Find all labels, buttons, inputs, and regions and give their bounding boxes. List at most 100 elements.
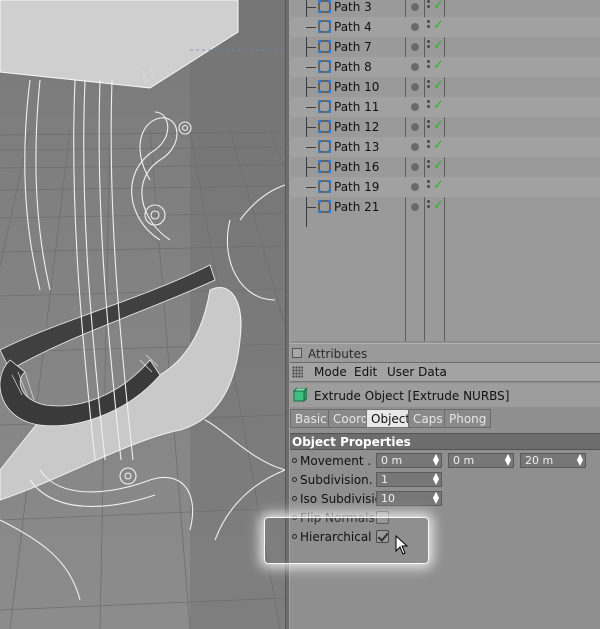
layer-dot-icon[interactable] — [411, 203, 419, 211]
animation-bullet-icon[interactable] — [292, 534, 297, 539]
menu-edit[interactable]: Edit — [354, 365, 377, 379]
object-row[interactable]: Path 21 ✓ — [290, 197, 600, 217]
spin-arrows-icon[interactable]: ▲ ▼ — [433, 491, 439, 505]
layer-dot-icon[interactable] — [411, 103, 419, 111]
animation-bullet-icon[interactable] — [292, 515, 297, 520]
tab-caps[interactable]: Caps — [408, 409, 448, 428]
extrude-nurbs-icon — [293, 388, 307, 402]
enabled-check-icon[interactable]: ✓ — [433, 118, 444, 133]
object-label[interactable]: Path 3 — [334, 0, 372, 14]
object-row[interactable]: Path 16 ✓ — [290, 157, 600, 177]
visibility-dots-icon[interactable] — [427, 180, 431, 194]
object-row[interactable]: Path 13 ✓ — [290, 137, 600, 157]
spin-arrows-icon[interactable]: ▲ ▼ — [505, 453, 511, 467]
visibility-dots-icon[interactable] — [427, 100, 431, 114]
spline-icon — [318, 0, 331, 13]
enabled-check-icon[interactable]: ✓ — [433, 18, 444, 33]
animation-bullet-icon[interactable] — [292, 458, 297, 463]
visibility-dots-icon[interactable] — [427, 140, 431, 154]
movement-z-field[interactable]: 20 m ▲ ▼ — [520, 453, 586, 468]
hierarchical-checkbox[interactable] — [376, 530, 389, 543]
animation-bullet-icon[interactable] — [292, 477, 297, 482]
object-row[interactable]: Path 19 ✓ — [290, 177, 600, 197]
animation-bullet-icon[interactable] — [292, 496, 297, 501]
tab-basic[interactable]: Basic — [290, 409, 332, 428]
enabled-check-icon[interactable]: ✓ — [433, 38, 444, 53]
tree-branch — [306, 147, 316, 148]
enabled-check-icon[interactable]: ✓ — [433, 78, 444, 93]
object-label[interactable]: Path 11 — [334, 100, 379, 114]
movement-y-field[interactable]: 0 m ▲ ▼ — [448, 453, 514, 468]
object-row[interactable]: Path 8 ✓ — [290, 57, 600, 77]
visibility-dots-icon[interactable] — [427, 120, 431, 134]
layer-dot-icon[interactable] — [411, 63, 419, 71]
object-name: Extrude Object [Extrude NURBS] — [314, 389, 510, 403]
object-manager[interactable]: Path 3 ✓ Path 4 ✓ Path 7 ✓ Path 8 ✓ Path 10 ✓ Path… — [290, 0, 600, 341]
visibility-dots-icon[interactable] — [427, 80, 431, 94]
object-label[interactable]: Path 8 — [334, 60, 372, 74]
attributes-header[interactable]: Attributes — [290, 343, 600, 363]
layer-dot-icon[interactable] — [411, 23, 419, 31]
layer-dot-icon[interactable] — [411, 183, 419, 191]
subdivision-field[interactable]: 1 ▲ ▼ — [376, 472, 442, 487]
tree-branch — [306, 107, 316, 108]
panel-toggle-box[interactable] — [292, 348, 302, 358]
attributes-title: Attributes — [308, 347, 368, 361]
tree-branch — [306, 187, 316, 188]
layer-dot-icon[interactable] — [411, 3, 419, 11]
spin-arrows-icon[interactable]: ▲ ▼ — [433, 472, 439, 486]
spline-icon — [318, 200, 331, 213]
object-row[interactable]: Path 3 ✓ — [290, 0, 600, 17]
layer-dot-icon[interactable] — [411, 43, 419, 51]
object-label[interactable]: Path 12 — [334, 120, 379, 134]
spin-arrows-icon[interactable]: ▲ ▼ — [577, 453, 583, 467]
visibility-dots-icon[interactable] — [427, 200, 431, 214]
viewport-scene — [0, 0, 285, 629]
visibility-dots-icon[interactable] — [427, 20, 431, 34]
3d-viewport[interactable] — [0, 0, 285, 629]
visibility-dots-icon[interactable] — [427, 0, 431, 14]
object-row[interactable]: Path 11 ✓ — [290, 97, 600, 117]
layer-dot-icon[interactable] — [411, 123, 419, 131]
object-row[interactable]: Path 12 ✓ — [290, 117, 600, 137]
mouse-cursor-icon — [395, 535, 409, 555]
object-label[interactable]: Path 19 — [334, 180, 379, 194]
flip-normals-checkbox[interactable] — [376, 511, 389, 524]
iso-subdivision-field[interactable]: 10 ▲ ▼ — [376, 491, 442, 506]
object-label[interactable]: Path 21 — [334, 200, 379, 214]
visibility-dots-icon[interactable] — [427, 40, 431, 54]
spin-arrows-icon[interactable]: ▲ ▼ — [433, 453, 439, 467]
enabled-check-icon[interactable]: ✓ — [433, 0, 444, 13]
prop-label: Movement . . . — [300, 454, 387, 468]
object-row[interactable]: Path 7 ✓ — [290, 37, 600, 57]
object-label[interactable]: Path 10 — [334, 80, 379, 94]
object-row[interactable]: Path 4 ✓ — [290, 17, 600, 37]
visibility-dots-icon[interactable] — [427, 160, 431, 174]
movement-x-field[interactable]: 0 m ▲ ▼ — [376, 453, 442, 468]
enabled-check-icon[interactable]: ✓ — [433, 58, 444, 73]
enabled-check-icon[interactable]: ✓ — [433, 198, 444, 213]
tree-branch — [306, 67, 316, 68]
layer-dot-icon[interactable] — [411, 143, 419, 151]
layer-dot-icon[interactable] — [411, 163, 419, 171]
object-label[interactable]: Path 13 — [334, 140, 379, 154]
enabled-check-icon[interactable]: ✓ — [433, 98, 444, 113]
object-label[interactable]: Path 7 — [334, 40, 372, 54]
layer-dot-icon[interactable] — [411, 83, 419, 91]
menu-mode[interactable]: Mode — [314, 365, 347, 379]
enabled-check-icon[interactable]: ✓ — [433, 138, 444, 153]
prop-iso-subdivision: Iso Subdivision 10 ▲ ▼ — [290, 490, 600, 509]
enabled-check-icon[interactable]: ✓ — [433, 158, 444, 173]
object-label[interactable]: Path 4 — [334, 20, 372, 34]
grip-icon[interactable] — [292, 366, 303, 378]
menu-user-data[interactable]: User Data — [387, 365, 447, 379]
attributes-tabs: Basic Coord. Object Caps Phong — [290, 409, 600, 429]
object-label[interactable]: Path 16 — [334, 160, 379, 174]
tab-phong[interactable]: Phong — [444, 409, 492, 428]
object-row[interactable]: Path 10 ✓ — [290, 77, 600, 97]
spline-icon — [318, 120, 331, 133]
tree-branch — [306, 47, 316, 48]
visibility-dots-icon[interactable] — [427, 60, 431, 74]
spline-icon — [318, 100, 331, 113]
enabled-check-icon[interactable]: ✓ — [433, 178, 444, 193]
